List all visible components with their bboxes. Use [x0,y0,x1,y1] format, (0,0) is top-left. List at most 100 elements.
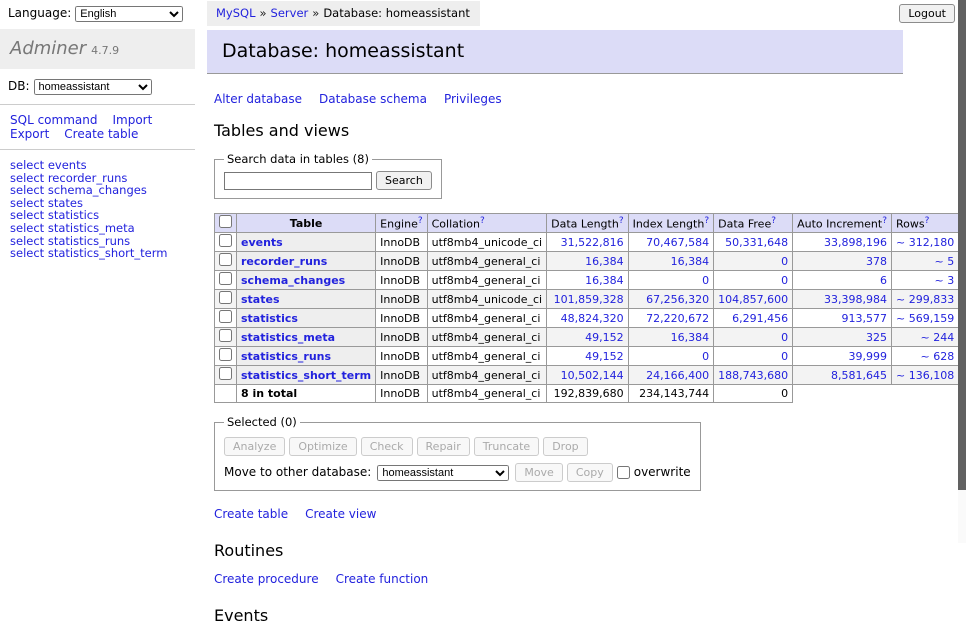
help-link[interactable]: ? [619,216,624,226]
table-link-schema-changes[interactable]: schema_changes [241,274,345,287]
db-link-privileges[interactable]: Privileges [444,92,502,106]
data-length-link[interactable]: 10,502,144 [561,369,624,382]
index-length-link[interactable]: 16,384 [671,255,710,268]
data-free-link[interactable]: 6,291,456 [732,312,788,325]
row-checkbox[interactable] [219,329,232,342]
language-select[interactable]: English [75,6,183,22]
rows-count-link[interactable]: ~ 299,833 [896,293,954,306]
search-input[interactable] [224,172,372,190]
data-length-link[interactable]: 101,859,328 [554,293,624,306]
move-button[interactable]: Move [515,463,563,482]
row-checkbox[interactable] [219,272,232,285]
table-link-statistics-short-term[interactable]: statistics_short_term [241,369,371,382]
db-link-database-schema[interactable]: Database schema [319,92,427,106]
sidebar-table-link-select-events[interactable]: select events [10,159,195,172]
sidebar-table-link-select-statistics-meta[interactable]: select statistics_meta [10,222,195,235]
routine-link-create-procedure[interactable]: Create procedure [214,572,319,586]
create-link-create-view[interactable]: Create view [305,507,376,521]
rows-count-link[interactable]: ~ 136,108 [896,369,954,382]
index-length-link[interactable]: 0 [702,350,709,363]
auto-increment-link[interactable]: 378 [866,255,887,268]
breadcrumb-mysql-link[interactable]: MySQL [216,6,256,20]
routine-link-create-function[interactable]: Create function [336,572,429,586]
table-link-statistics[interactable]: statistics [241,312,298,325]
help-link[interactable]: ? [882,216,887,226]
index-length-link[interactable]: 16,384 [671,331,710,344]
row-checkbox[interactable] [219,253,232,266]
rows-count-link[interactable]: ~ 628 [920,350,954,363]
row-checkbox[interactable] [219,291,232,304]
data-free-link[interactable]: 0 [781,350,788,363]
sidebar-action-export[interactable]: Export [10,127,49,141]
table-link-recorder-runs[interactable]: recorder_runs [241,255,327,268]
index-length-link[interactable]: 72,220,672 [646,312,709,325]
db-select[interactable]: homeassistant [34,79,152,95]
rows-count-link[interactable]: ~ 3 [934,274,954,287]
check-button[interactable]: Check [361,437,413,456]
data-free-link[interactable]: 0 [781,274,788,287]
table-link-states[interactable]: states [241,293,280,306]
index-length-cell: 16,384 [628,328,714,347]
auto-increment-link[interactable]: 325 [866,331,887,344]
rows-count-link[interactable]: ~ 244 [920,331,954,344]
sidebar-table-link-select-statistics-short-term[interactable]: select statistics_short_term [10,247,195,260]
row-checkbox[interactable] [219,310,232,323]
help-link[interactable]: ? [771,216,776,226]
help-link[interactable]: ? [418,216,423,226]
data-length-link[interactable]: 49,152 [585,331,624,344]
data-free-link[interactable]: 0 [781,331,788,344]
data-length-link[interactable]: 31,522,816 [561,236,624,249]
table-row: recorder_runsInnoDButf8mb4_general_ci16,… [215,252,966,271]
index-length-link[interactable]: 67,256,320 [646,293,709,306]
index-length-link[interactable]: 24,166,400 [646,369,709,382]
drop-button[interactable]: Drop [543,437,587,456]
data-free-link[interactable]: 50,331,648 [725,236,788,249]
sidebar-table-link-select-schema-changes[interactable]: select schema_changes [10,184,195,197]
move-database-select[interactable]: homeassistant [377,465,509,481]
auto-increment-link[interactable]: 33,898,196 [824,236,887,249]
data-length-link[interactable]: 49,152 [585,350,624,363]
index-length-link[interactable]: 70,467,584 [646,236,709,249]
db-link-alter-database[interactable]: Alter database [214,92,302,106]
sidebar-action-import[interactable]: Import [112,113,152,127]
breadcrumb-server-link[interactable]: Server [271,6,309,20]
rows-count-link[interactable]: ~ 312,180 [896,236,954,249]
sidebar-action-create-table[interactable]: Create table [64,127,138,141]
index-length-link[interactable]: 0 [702,274,709,287]
help-link[interactable]: ? [480,216,485,226]
copy-button[interactable]: Copy [567,463,613,482]
row-checkbox[interactable] [219,367,232,380]
rows-count-link[interactable]: ~ 5 [934,255,954,268]
help-link[interactable]: ? [704,216,709,226]
table-link-statistics-meta[interactable]: statistics_meta [241,331,335,344]
data-free-link[interactable]: 188,743,680 [718,369,788,382]
truncate-button[interactable]: Truncate [474,437,539,456]
table-link-statistics-runs[interactable]: statistics_runs [241,350,331,363]
data-free-link[interactable]: 104,857,600 [718,293,788,306]
data-length-link[interactable]: 48,824,320 [561,312,624,325]
auto-increment-link[interactable]: 39,999 [849,350,888,363]
row-checkbox[interactable] [219,234,232,247]
sidebar-action-sql-command[interactable]: SQL command [10,113,97,127]
auto-increment-link[interactable]: 913,577 [842,312,888,325]
create-link-create-table[interactable]: Create table [214,507,288,521]
search-button[interactable]: Search [376,171,432,190]
auto-increment-link[interactable]: 6 [880,274,887,287]
auto-increment-link[interactable]: 33,398,984 [824,293,887,306]
row-checkbox[interactable] [219,348,232,361]
analyze-button[interactable]: Analyze [224,437,285,456]
data-length-link[interactable]: 16,384 [585,255,624,268]
vertical-scrollbar[interactable] [958,0,966,543]
scrollbar-thumb[interactable] [958,0,966,490]
select-all-checkbox[interactable] [219,215,232,228]
help-link[interactable]: ? [925,216,930,226]
rows-count-link[interactable]: ~ 569,159 [896,312,954,325]
optimize-button[interactable]: Optimize [289,437,356,456]
overwrite-checkbox[interactable] [617,466,630,479]
table-link-events[interactable]: events [241,236,283,249]
auto-increment-link[interactable]: 8,581,645 [831,369,887,382]
repair-button[interactable]: Repair [417,437,470,456]
data-free-link[interactable]: 0 [781,255,788,268]
data-length-link[interactable]: 16,384 [585,274,624,287]
db-selector-row: DB:homeassistant [0,69,195,104]
